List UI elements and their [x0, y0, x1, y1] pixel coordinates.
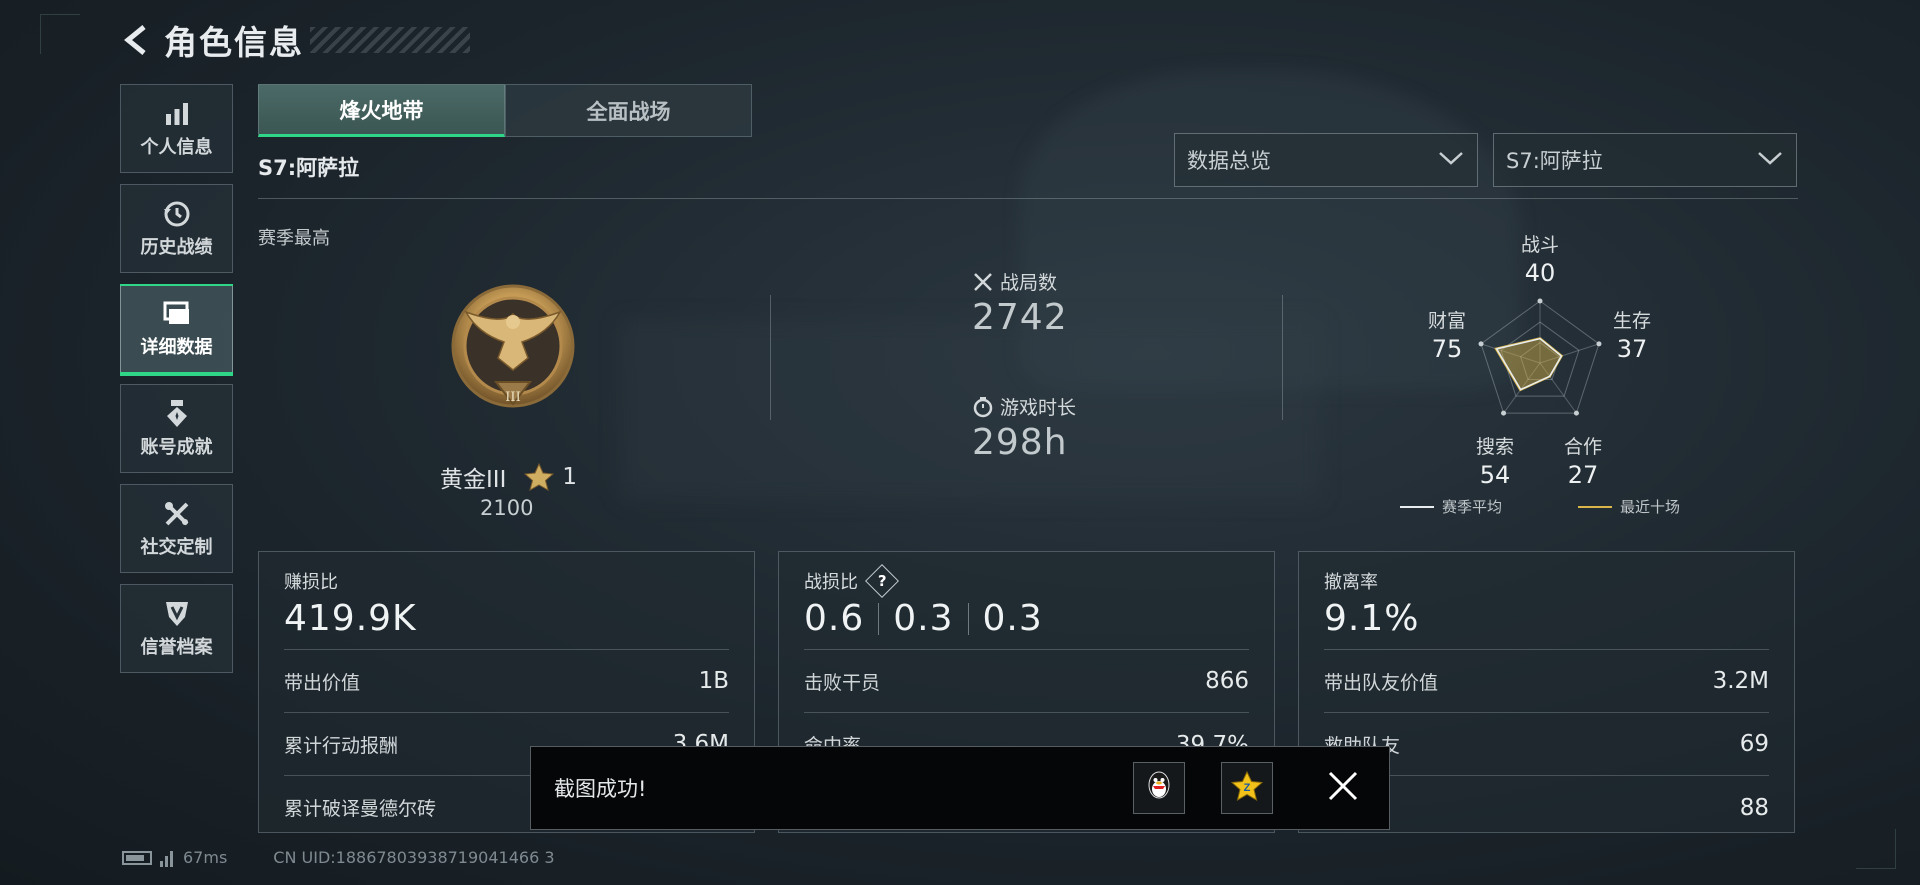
sidebar-item-credit[interactable]: 信誉档案	[120, 584, 233, 673]
radar-vertex-dot	[1537, 298, 1543, 304]
stat-row: 救助队友69	[1324, 713, 1769, 776]
rank-medal-icon: III	[448, 278, 578, 428]
chevron-down-icon	[1756, 148, 1784, 172]
section-divider	[258, 198, 1798, 199]
playtime-stat: 游戏时长 298h	[972, 393, 1076, 463]
ping-value: 67ms	[183, 848, 228, 867]
extraction-rate-value: 9.1%	[1324, 598, 1769, 650]
help-icon[interactable]: ?	[865, 564, 899, 598]
radar-vertex-dot	[1573, 410, 1579, 416]
season-best-label: 赛季最高	[258, 228, 330, 249]
close-icon	[1327, 770, 1359, 806]
page-header: 角色信息	[120, 18, 470, 62]
sidebar-item-label: 账号成就	[140, 436, 213, 458]
matches-label: 战局数	[1000, 272, 1058, 294]
legend-recent-ten: 最近十场	[1578, 496, 1680, 517]
tab-hazard-zone[interactable]: 烽火地带	[258, 84, 505, 137]
radar-chart: 战斗 40 生存 37 合作 27 搜索 54 财富 75	[1400, 226, 1680, 516]
battery-icon	[122, 850, 152, 865]
season-title: S7:阿萨拉	[258, 156, 360, 180]
rank-name: 黄金III	[440, 467, 507, 493]
vertical-divider	[1282, 295, 1283, 420]
playtime-label: 游戏时长	[1000, 397, 1077, 419]
shield-icon	[162, 599, 192, 629]
screenshot-toast: 截图成功! Z	[530, 746, 1390, 830]
rank-score: 2100	[480, 496, 534, 520]
svg-text:Z: Z	[1244, 782, 1251, 794]
season-dropdown-value: S7:阿萨拉	[1506, 149, 1603, 173]
radar-vertex-dot	[1501, 410, 1507, 416]
radar-axis-wealth: 财富 75	[1427, 310, 1466, 363]
sidebar-item-label: 社交定制	[140, 536, 213, 558]
card-title: 撤离率	[1324, 572, 1378, 593]
stat-row: 带出价值 1B	[284, 650, 729, 713]
stat-row: 带出队友价值 3.2M	[1324, 650, 1769, 713]
sidebar-item-history[interactable]: 历史战绩	[120, 184, 233, 273]
kd-ratio-values: 0.6 0.3 0.3	[804, 598, 1249, 650]
back-arrow-icon[interactable]	[120, 23, 154, 57]
title-stripe-decoration	[310, 27, 470, 53]
radar-axis-combat: 战斗 40	[1520, 234, 1559, 287]
medal-icon	[162, 399, 192, 429]
sidebar-item-label: 详细数据	[140, 336, 213, 358]
sidebar-item-achievements[interactable]: 账号成就	[120, 384, 233, 473]
profit-ratio-value: 419.9K	[284, 598, 729, 650]
star-icon	[524, 463, 555, 491]
view-dropdown-value: 数据总览	[1187, 149, 1271, 173]
sidebar-item-personal-info[interactable]: 个人信息	[120, 84, 233, 173]
legend-season-average: 赛季平均	[1400, 496, 1502, 517]
uid-text: CN UID:18867803938719041466 3	[273, 848, 555, 867]
medal-tier-numeral: III	[505, 390, 521, 405]
bar-chart-icon	[162, 99, 192, 129]
stat-row: 击败干员 866	[804, 650, 1249, 713]
playtime-value: 298h	[972, 422, 1068, 463]
rank-stars-count: 1	[562, 464, 577, 490]
tab-full-battlefield[interactable]: 全面战场	[505, 84, 752, 137]
stat-row: 友88	[1324, 794, 1769, 821]
sidebar-item-detailed-data[interactable]: 详细数据	[120, 284, 233, 376]
rank-row: 黄金III 1	[440, 460, 577, 494]
radar-axis-survival: 生存 37	[1612, 310, 1651, 363]
radar-axis-search: 搜索 54	[1475, 436, 1514, 489]
radar-axis-teamwork: 合作 27	[1563, 436, 1602, 489]
signal-icon	[160, 849, 175, 867]
sidebar: 个人信息 历史战绩 详细数据 账号成就 社交定制 信誉档案	[120, 84, 233, 684]
folder-icon	[162, 299, 192, 329]
matches-value: 2742	[972, 297, 1068, 338]
card-title: 战损比 ?	[804, 564, 1249, 598]
card-title: 赚损比	[284, 572, 338, 593]
chevron-down-icon	[1437, 148, 1465, 172]
toast-message: 截图成功!	[554, 777, 647, 801]
sidebar-item-label: 个人信息	[140, 136, 213, 158]
vertical-divider	[770, 295, 771, 420]
matches-stat: 战局数 2742	[972, 268, 1068, 338]
view-dropdown[interactable]: 数据总览	[1174, 133, 1478, 187]
stopwatch-icon	[972, 396, 994, 418]
crossed-swords-icon	[972, 271, 994, 293]
sidebar-item-label: 历史战绩	[140, 236, 213, 258]
qzone-star-icon: Z	[1230, 770, 1264, 805]
sidebar-item-label: 信誉档案	[140, 636, 213, 658]
qzone-share-button[interactable]: Z	[1221, 762, 1273, 814]
sidebar-item-social[interactable]: 社交定制	[120, 484, 233, 573]
qq-penguin-icon	[1144, 769, 1174, 807]
tools-icon	[162, 499, 192, 529]
page-title: 角色信息	[164, 23, 304, 62]
qq-share-button[interactable]	[1133, 762, 1185, 814]
close-toast-button[interactable]	[1317, 762, 1369, 814]
history-icon	[162, 199, 192, 229]
status-footer: 67ms CN UID:18867803938719041466 3	[122, 848, 555, 867]
mode-tabs: 烽火地带 全面战场	[258, 84, 752, 137]
season-dropdown[interactable]: S7:阿萨拉	[1493, 133, 1797, 187]
